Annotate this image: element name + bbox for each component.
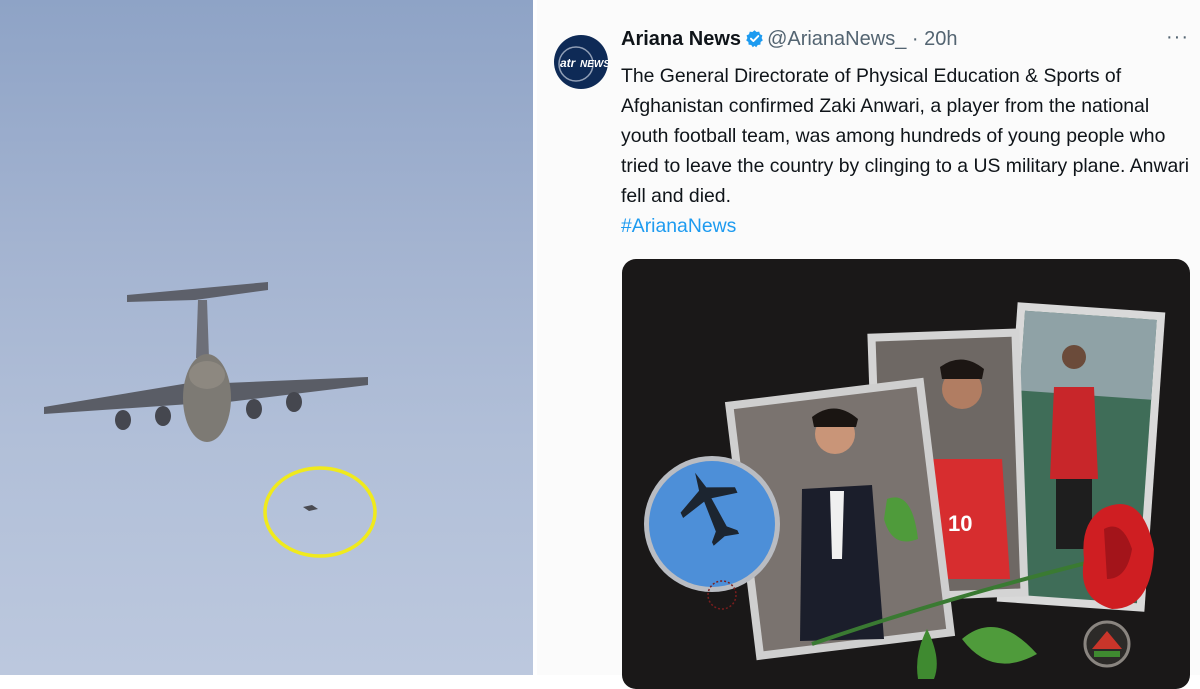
falling-object xyxy=(303,505,318,511)
hashtag-link[interactable]: #ArianaNews xyxy=(621,211,736,241)
handle[interactable]: @ArianaNews_ xyxy=(767,28,906,50)
tweet-media[interactable]: 10 xyxy=(622,259,1190,689)
plane-photo xyxy=(0,0,533,675)
avatar[interactable]: atr NEWS xyxy=(554,26,610,98)
tweet-header: Ariana News @ArianaNews_ · 20h xyxy=(621,28,957,51)
tweet-text: The General Directorate of Physical Educ… xyxy=(621,65,1189,207)
emblem-icon xyxy=(1083,620,1131,668)
separator: · xyxy=(911,28,919,50)
svg-text:NEWS: NEWS xyxy=(580,59,608,70)
highlight-circle xyxy=(263,466,377,558)
ariana-news-logo-icon: atr NEWS xyxy=(554,35,610,89)
plane-icon xyxy=(44,282,368,442)
svg-text:10: 10 xyxy=(948,511,972,536)
display-name[interactable]: Ariana News xyxy=(621,28,741,50)
verified-badge-icon xyxy=(745,29,764,48)
timestamp[interactable]: 20h xyxy=(924,28,957,50)
svg-text:atr: atr xyxy=(560,56,577,70)
more-options-icon[interactable]: ··· xyxy=(1166,26,1189,49)
